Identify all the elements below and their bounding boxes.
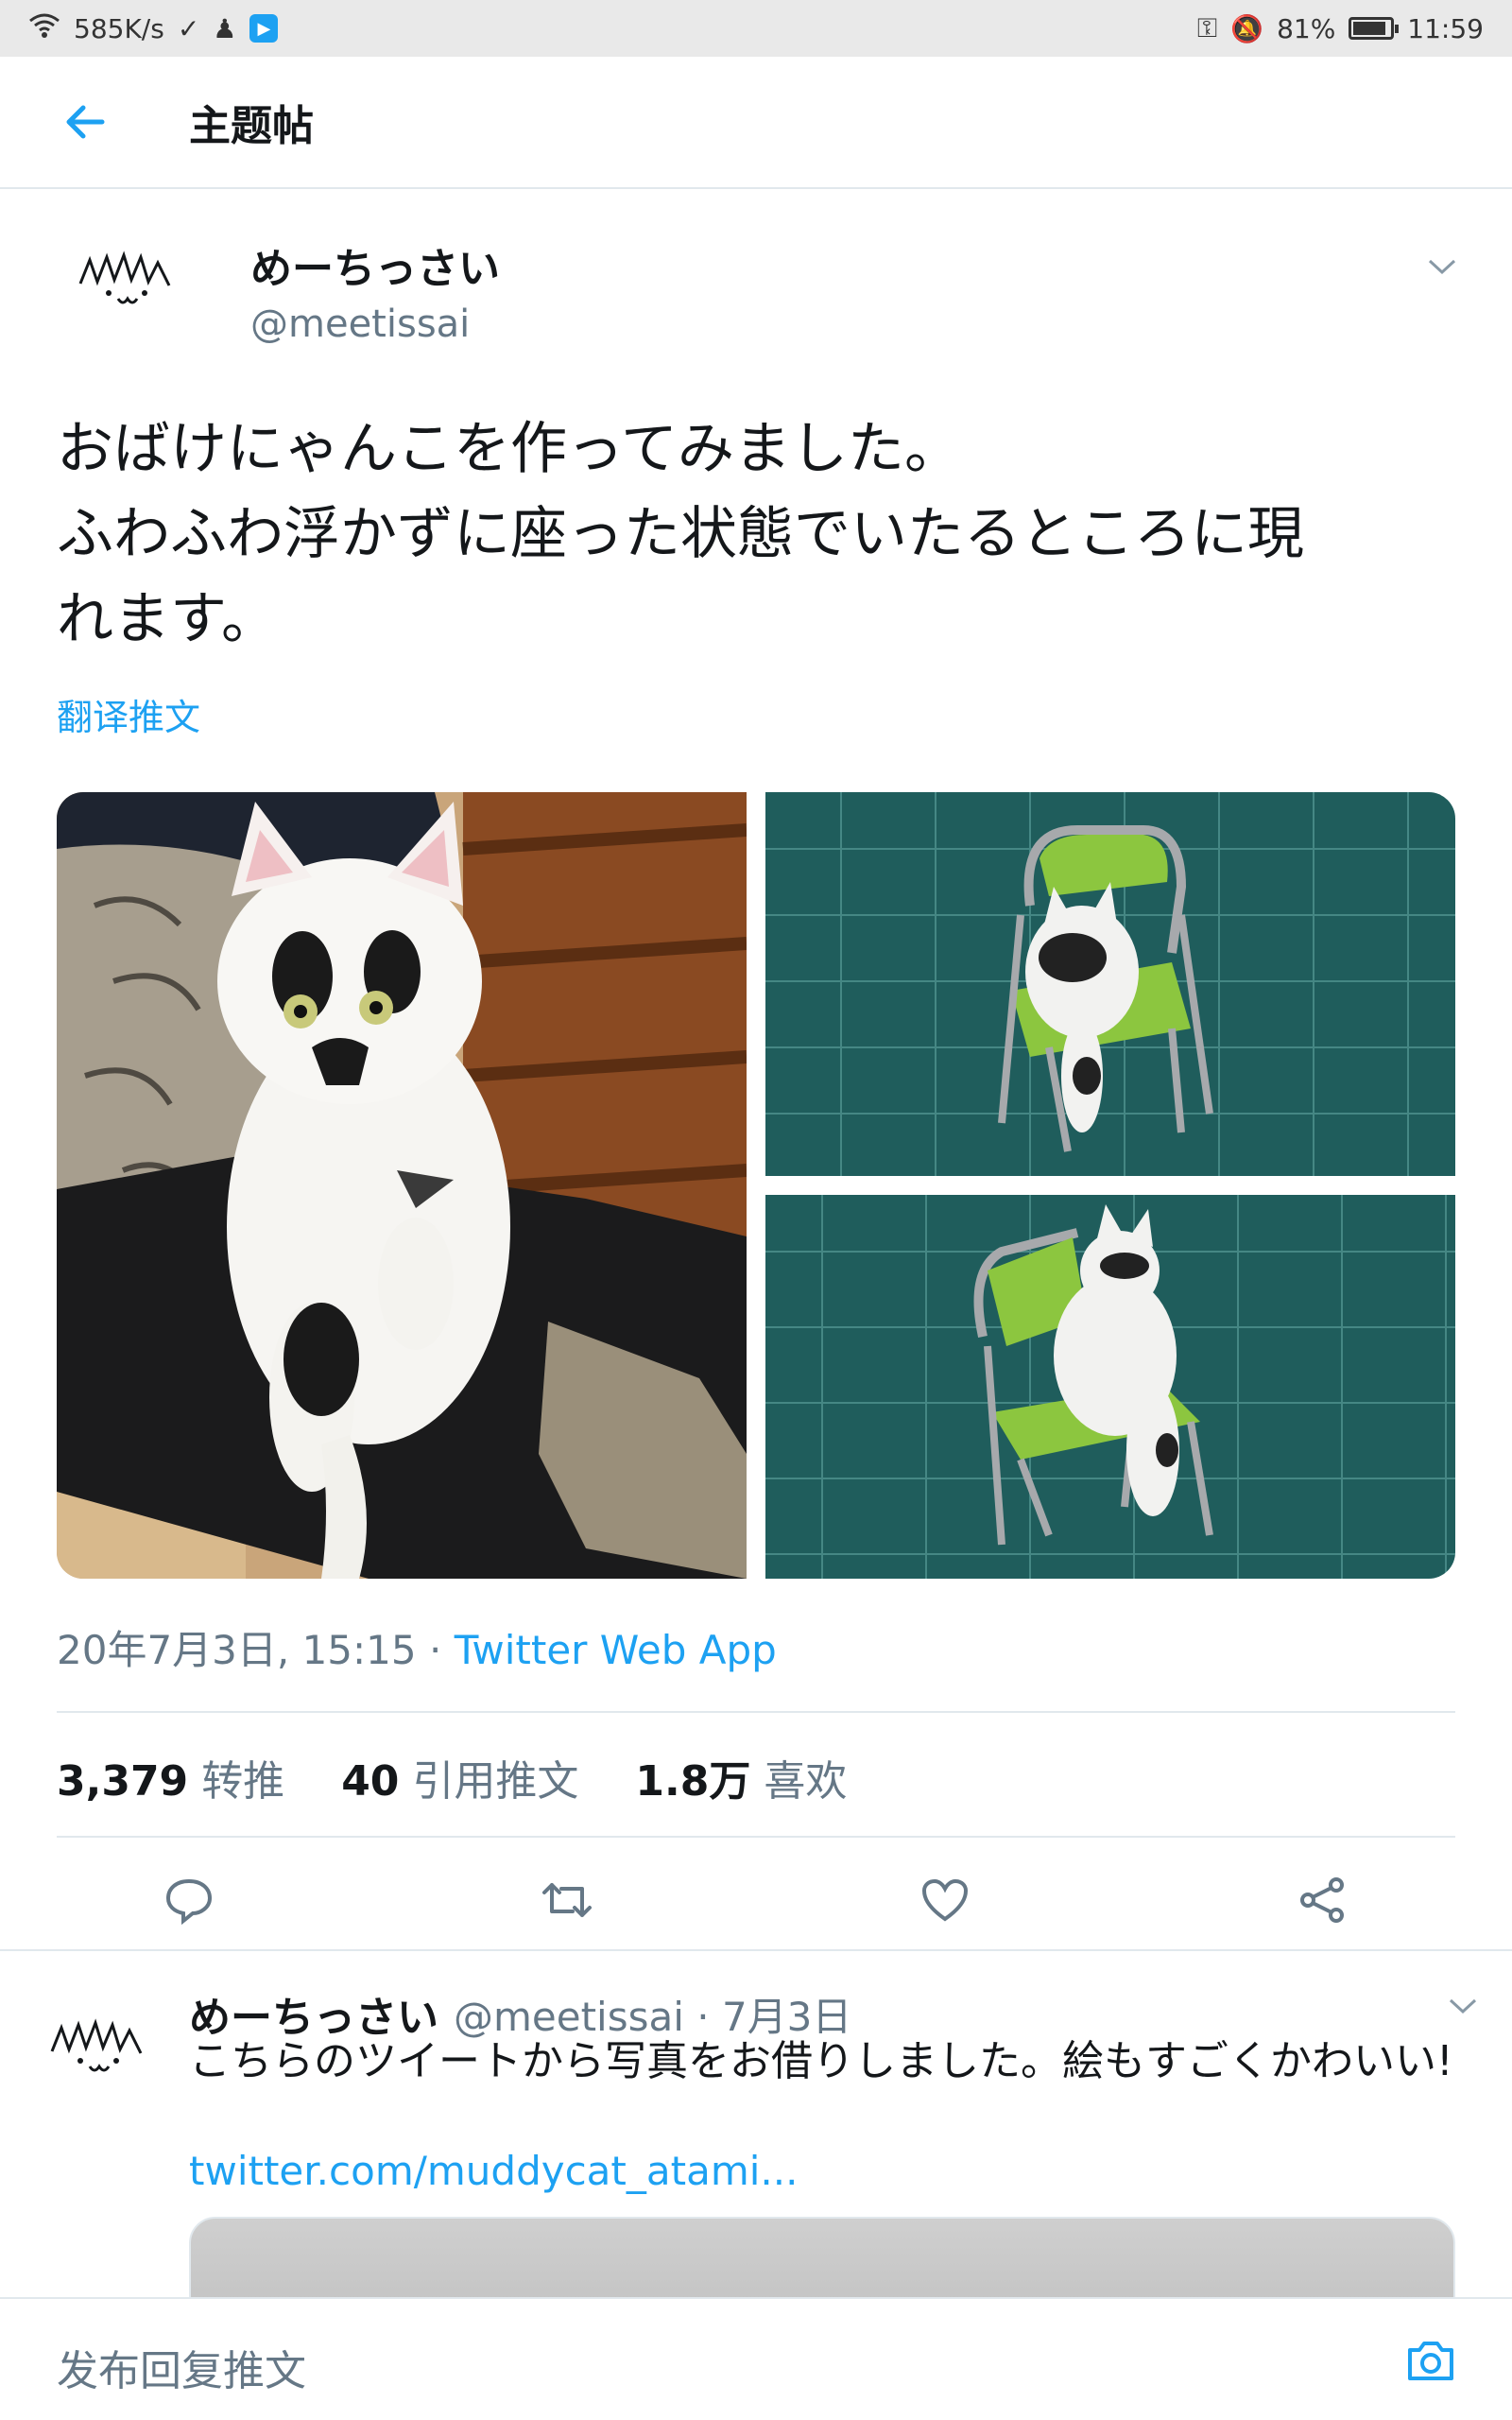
section-divider [0, 1949, 1512, 1951]
reply-avatar[interactable] [38, 1995, 161, 2099]
tweet-text-line: ふわふわ浮かずに座った状態でいたるところに現 [57, 501, 1304, 567]
tweet-text-line: おばけにゃんこを作ってみました。 [57, 416, 961, 482]
compose-bar: 发布回复推文 [0, 2297, 1512, 2420]
tweet-text-line: れます。 [57, 586, 278, 652]
retweets-label: 转推 [201, 1757, 285, 1806]
likes-stat[interactable]: 1.8万 喜欢 [635, 1747, 847, 1807]
retweet-icon [542, 1883, 592, 1917]
reply-icon [165, 1878, 213, 1925]
divider [57, 1711, 1455, 1713]
chevron-down-icon [1428, 259, 1456, 275]
figure-photo-side[interactable] [765, 1195, 1455, 1579]
quotes-label: 引用推文 [412, 1757, 579, 1806]
tweet-meta: 20年7月3日, 15:15 · Twitter Web App [57, 1618, 777, 1676]
mute-icon: 🔕 [1230, 12, 1264, 44]
tweet-date: 20年7月3日, 15:15 · [57, 1627, 455, 1673]
retweet-button[interactable] [539, 1872, 595, 1928]
reply-menu-button[interactable] [1448, 1996, 1478, 2019]
app-header: 主题帖 [0, 57, 1512, 189]
like-button[interactable] [917, 1872, 973, 1928]
reply-compose-input[interactable]: 发布回复推文 [57, 2337, 306, 2397]
avatar[interactable] [66, 227, 189, 331]
author-handle[interactable]: @meetissai [250, 302, 470, 346]
page-title: 主题帖 [189, 102, 314, 150]
share-icon [1300, 1877, 1344, 1923]
key-icon: ⚿ [1196, 12, 1218, 43]
network-speed: 585K/s [74, 12, 164, 44]
retweets-count: 3,379 [57, 1757, 189, 1806]
likes-count: 1.8万 [635, 1757, 751, 1806]
person-icon: ♟ [213, 12, 237, 44]
quotes-count: 40 [341, 1757, 400, 1806]
likes-label: 喜欢 [764, 1757, 848, 1806]
media-grid [57, 792, 1455, 1579]
signal-check-icon: ✓ [177, 12, 200, 44]
tweet-stats: 3,379 转推 40 引用推文 1.8万 喜欢 [57, 1747, 847, 1807]
reply-text: こちらのツイートから写真をお借りしました。絵もすごくかわいい! [189, 2037, 1453, 2085]
arrow-left-icon [66, 105, 105, 139]
clock: 11:59 [1407, 12, 1484, 44]
tweet-text: おばけにゃんこを作ってみました。 ふわふわ浮かずに座った状態でいたるところに現 … [57, 406, 1455, 662]
app-notification-icon: ▶ [249, 14, 279, 43]
camera-button[interactable] [1404, 2335, 1457, 2388]
source-app-link[interactable]: Twitter Web App [455, 1627, 777, 1673]
reply-button[interactable] [161, 1872, 217, 1928]
battery-icon [1349, 17, 1400, 40]
battery-fill [1353, 22, 1386, 35]
back-button[interactable] [0, 56, 170, 188]
divider [57, 1836, 1455, 1838]
translate-link[interactable]: 翻译推文 [57, 688, 200, 740]
like-icon [921, 1878, 969, 1922]
reply-link[interactable]: twitter.com/muddycat_atami... [189, 2148, 798, 2194]
chevron-down-icon [1449, 1998, 1477, 2014]
wifi-icon [28, 12, 60, 45]
tweet-actions [0, 1853, 1512, 1947]
cat-photo[interactable] [57, 792, 747, 1579]
author-name[interactable]: めーちっさい [250, 234, 500, 295]
figure-photo-top[interactable] [765, 792, 1455, 1176]
tweet-menu-button[interactable] [1427, 257, 1457, 280]
retweets-stat[interactable]: 3,379 转推 [57, 1747, 284, 1807]
share-button[interactable] [1295, 1872, 1351, 1928]
battery-percent: 81% [1277, 12, 1336, 44]
camera-icon [1408, 2342, 1453, 2380]
quotes-stat[interactable]: 40 引用推文 [341, 1747, 578, 1807]
status-bar: 585K/s ✓ ♟ ▶ ⚿ 🔕 81% 11:59 [0, 0, 1512, 57]
